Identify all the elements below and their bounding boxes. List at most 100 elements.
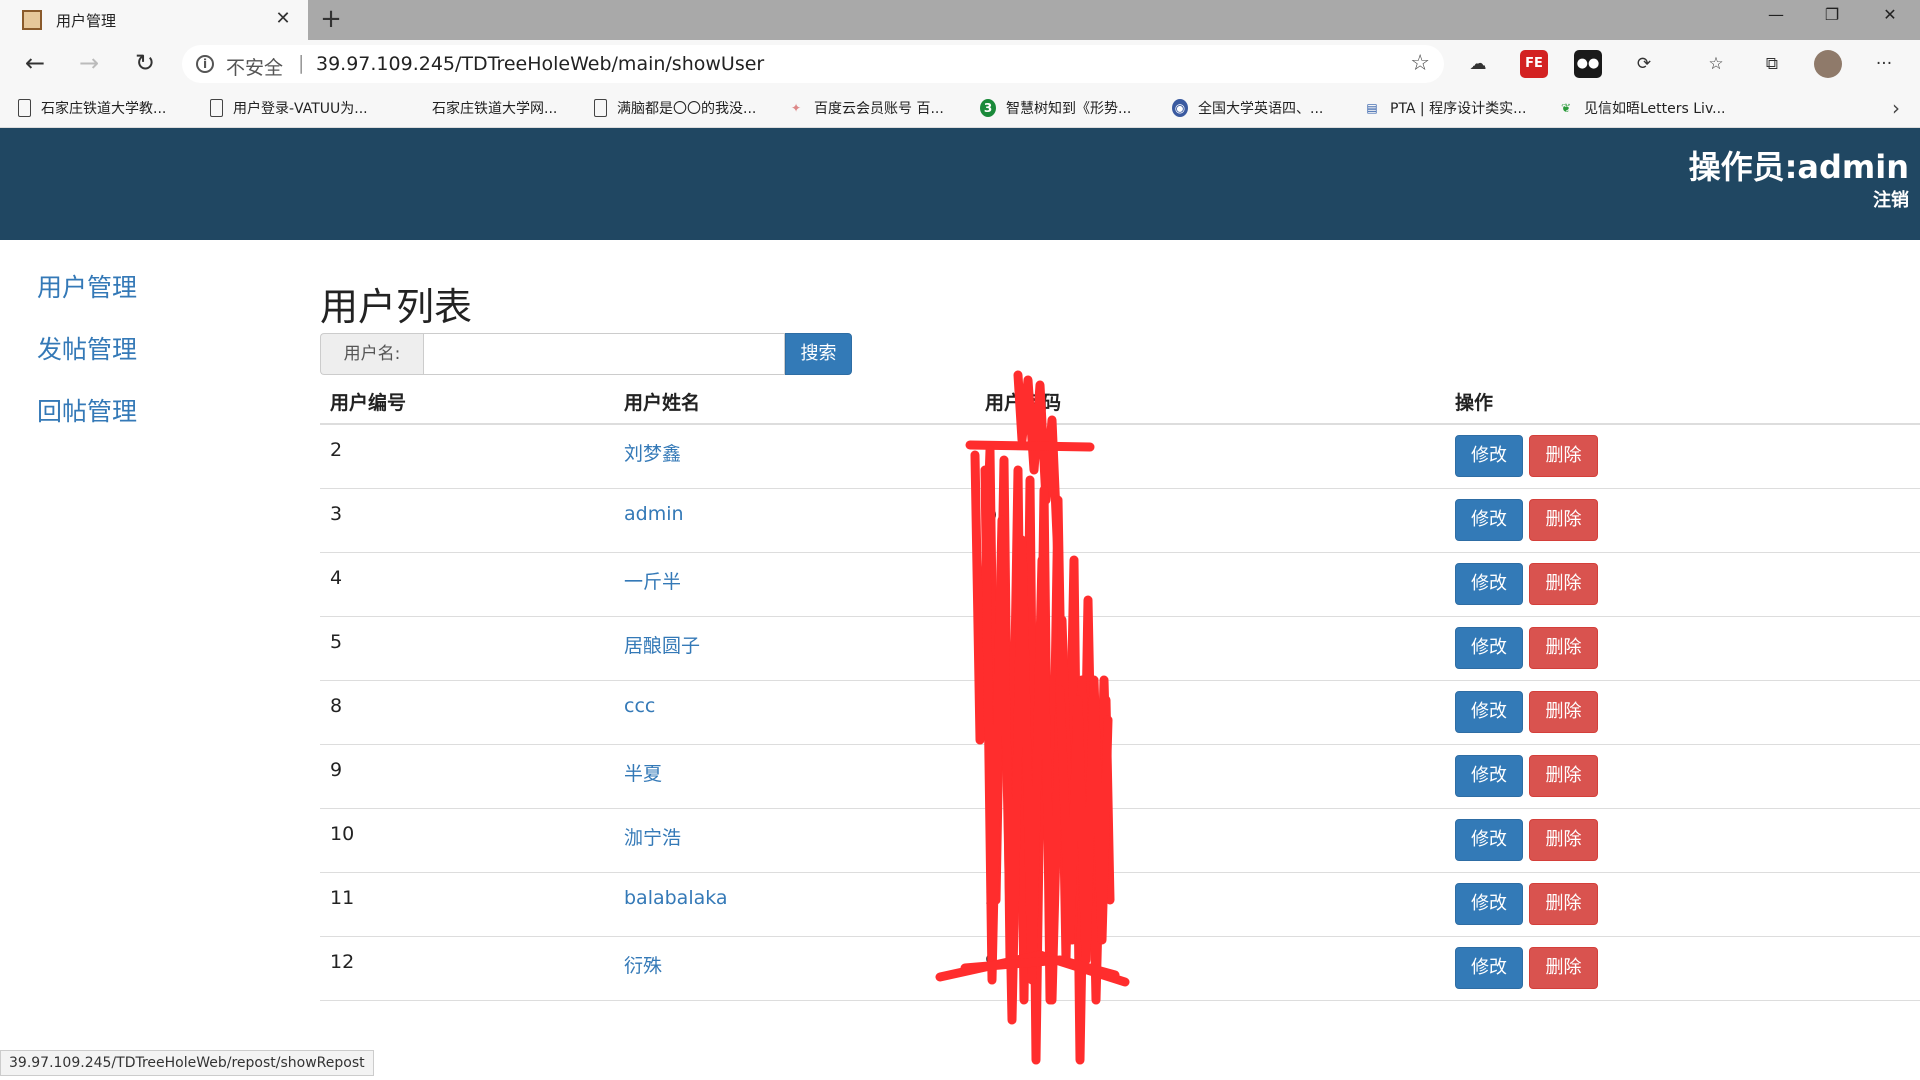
browser-toolbar: ← → ↻ i 不安全 | 39.97.109.245/TDTreeHoleWe… xyxy=(0,40,1920,88)
column-header-id: 用户编号 xyxy=(330,392,407,414)
window-close-button[interactable]: ✕ xyxy=(1862,0,1918,32)
user-name-link[interactable]: ccc xyxy=(624,695,655,717)
delete-button[interactable]: 删除 xyxy=(1529,819,1598,861)
edit-button[interactable]: 修改 xyxy=(1455,435,1523,477)
favorites-icon[interactable]: ☆ xyxy=(1702,50,1730,78)
column-header-name: 用户姓名 xyxy=(624,392,701,414)
user-name-link[interactable]: balabalaka xyxy=(624,887,728,909)
delete-button[interactable]: 删除 xyxy=(1529,947,1598,989)
tab-close-icon[interactable]: ✕ xyxy=(272,8,294,30)
user-password-cell: c xyxy=(985,695,996,717)
delete-button[interactable]: 删除 xyxy=(1529,691,1598,733)
bookmark-item[interactable]: 用户登录-VATUU为... xyxy=(210,98,368,118)
table-row: 8 ccc c 修改 删除 xyxy=(320,681,1920,745)
pta-icon: ▤ xyxy=(1366,101,1378,115)
delete-button[interactable]: 删除 xyxy=(1529,755,1598,797)
forward-button[interactable]: → xyxy=(72,48,106,80)
user-password-cell: yr 39. xyxy=(985,759,1041,781)
edit-button[interactable]: 修改 xyxy=(1455,563,1523,605)
user-password-cell: 2 xyxy=(985,887,998,909)
bookmark-item[interactable]: ◉ 全国大学英语四、... xyxy=(1172,98,1323,118)
new-tab-button[interactable]: + xyxy=(316,5,346,35)
user-name-link[interactable]: 居酿圆子 xyxy=(624,631,700,658)
user-name-link[interactable]: 刘梦鑫 xyxy=(624,439,681,466)
search-group: 用户名: 搜索 xyxy=(320,333,852,375)
browser-titlebar: 用户管理 ✕ + — ❐ ✕ xyxy=(0,0,1920,40)
delete-button[interactable]: 删除 xyxy=(1529,627,1598,669)
collections-icon[interactable]: ⧉ xyxy=(1758,50,1786,78)
delete-button[interactable]: 删除 xyxy=(1529,563,1598,605)
user-id-cell: 12 xyxy=(330,951,355,973)
edit-button[interactable]: 修改 xyxy=(1455,947,1523,989)
bookmark-item[interactable]: ❦ 见信如晤Letters Liv... xyxy=(1558,98,1726,118)
bookmark-item[interactable]: ✦ 百度云会员账号 百... xyxy=(788,98,944,118)
table-row: 9 半夏 yr 39. 修改 删除 xyxy=(320,745,1920,809)
search-button[interactable]: 搜索 xyxy=(785,333,852,375)
blank-icon xyxy=(406,99,422,117)
security-label[interactable]: 不安全 xyxy=(226,53,283,80)
sidebar-item-user-management[interactable]: 用户管理 xyxy=(37,268,137,330)
info-icon[interactable]: i xyxy=(196,55,214,73)
sidebar: 用户管理 发帖管理 回帖管理 xyxy=(37,268,137,454)
url-text[interactable]: 39.97.109.245/TDTreeHoleWeb/main/showUse… xyxy=(316,53,764,75)
bookmark-item[interactable]: ▤ PTA | 程序设计类实... xyxy=(1364,98,1526,118)
edit-button[interactable]: 修改 xyxy=(1455,755,1523,797)
sidebar-item-reply-management[interactable]: 回帖管理 xyxy=(37,392,137,454)
bookmarks-bar: 石家庄铁道大学教... 用户登录-VATUU为... 石家庄铁道大学网... 满… xyxy=(0,88,1920,128)
restore-button[interactable]: ❐ xyxy=(1804,0,1860,32)
bookmark-item[interactable]: 满脑都是〇〇的我没... xyxy=(594,98,756,118)
star-icon: ✦ xyxy=(790,101,802,115)
browser-tab[interactable]: 用户管理 ✕ xyxy=(0,0,308,40)
table-row: 11 balabalaka 2 修改 删除 xyxy=(320,873,1920,937)
operator-label: 操作员:admin xyxy=(1688,148,1909,186)
user-name-link[interactable]: 一斤半 xyxy=(624,567,681,594)
minimize-button[interactable]: — xyxy=(1748,0,1804,32)
logout-link[interactable]: 注销 xyxy=(1873,186,1909,212)
sidebar-item-post-management[interactable]: 发帖管理 xyxy=(37,330,137,392)
bookmark-item[interactable]: 3 智慧树知到《形势... xyxy=(980,98,1131,118)
username-search-input[interactable] xyxy=(423,333,785,375)
cloud-icon[interactable]: ☁ xyxy=(1464,50,1492,78)
user-name-link[interactable]: 泇宁浩 xyxy=(624,823,681,850)
table-row: 12 衍殊 9 修改 删除 xyxy=(320,937,1920,1001)
star-icon[interactable]: ☆ xyxy=(1410,51,1430,76)
edit-button[interactable]: 修改 xyxy=(1455,627,1523,669)
edit-button[interactable]: 修改 xyxy=(1455,691,1523,733)
page-header: 操作员:admin 注销 xyxy=(0,128,1920,240)
site-favicon-icon xyxy=(22,10,42,30)
user-id-cell: 2 xyxy=(330,439,343,461)
user-name-link[interactable]: 半夏 xyxy=(624,759,662,786)
back-button[interactable]: ← xyxy=(18,48,52,80)
user-name-link[interactable]: admin xyxy=(624,503,684,525)
delete-button[interactable]: 删除 xyxy=(1529,883,1598,925)
user-id-cell: 9 xyxy=(330,759,343,781)
user-password-cell: b xyxy=(985,503,998,525)
sync-icon[interactable]: ⟳ xyxy=(1630,50,1658,78)
user-table: 用户编号 用户姓名 用户密码 操作 2 刘梦鑫 修改 删除 3 admin b 修改 删除 4 一斤… xyxy=(320,380,1920,1001)
user-password-cell: 56 xyxy=(985,567,1010,589)
globe-icon: ◉ xyxy=(1172,99,1188,117)
document-icon xyxy=(210,99,223,117)
reload-button[interactable]: ↻ xyxy=(128,48,162,80)
tab-title: 用户管理 xyxy=(56,11,117,30)
leaf-icon: ❦ xyxy=(1560,101,1572,115)
user-id-cell: 4 xyxy=(330,567,343,589)
user-name-link[interactable]: 衍殊 xyxy=(624,951,662,978)
delete-button[interactable]: 删除 xyxy=(1529,499,1598,541)
profile-avatar[interactable] xyxy=(1814,50,1842,78)
bookmark-item[interactable]: 石家庄铁道大学网... xyxy=(406,98,557,118)
edit-button[interactable]: 修改 xyxy=(1455,499,1523,541)
delete-button[interactable]: 删除 xyxy=(1529,435,1598,477)
edit-button[interactable]: 修改 xyxy=(1455,819,1523,861)
address-bar[interactable]: i 不安全 | 39.97.109.245/TDTreeHoleWeb/main… xyxy=(182,45,1444,83)
bookmark-item[interactable]: 石家庄铁道大学教... xyxy=(18,98,166,118)
edit-button[interactable]: 修改 xyxy=(1455,883,1523,925)
status-bar: 39.97.109.245/TDTreeHoleWeb/repost/showR… xyxy=(0,1050,374,1076)
panda-extension-icon[interactable]: ●● xyxy=(1574,50,1602,78)
chevron-right-icon[interactable]: › xyxy=(1892,96,1900,120)
column-header-password: 用户密码 xyxy=(985,392,1062,414)
fe-extension-icon[interactable]: FE xyxy=(1520,50,1548,78)
more-menu-icon[interactable]: ··· xyxy=(1870,50,1898,78)
table-header: 用户编号 用户姓名 用户密码 操作 xyxy=(320,380,1920,425)
user-id-cell: 3 xyxy=(330,503,343,525)
